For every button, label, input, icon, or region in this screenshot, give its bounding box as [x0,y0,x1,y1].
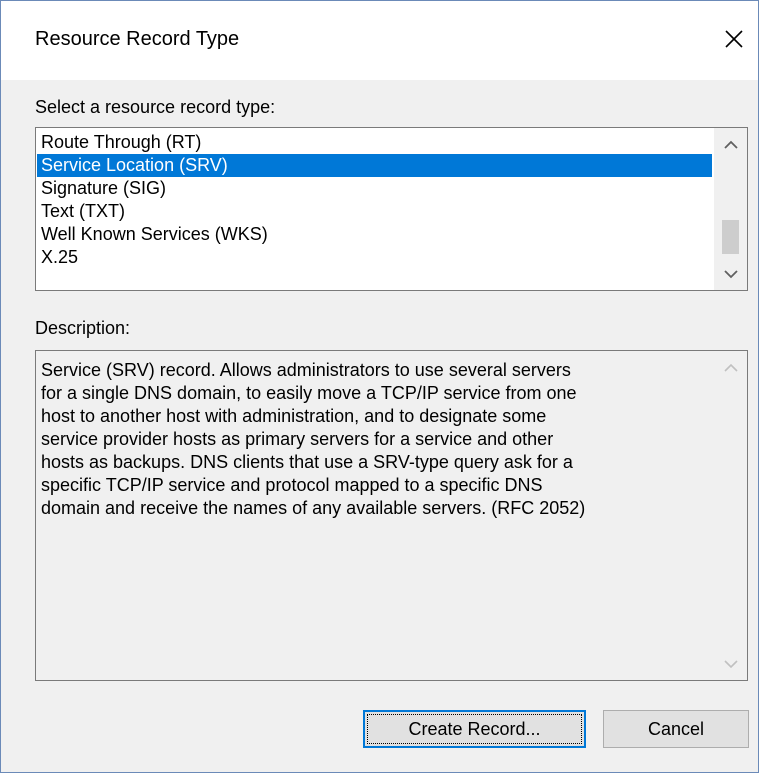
description-scrollbar [714,351,747,680]
list-item-sig[interactable]: Signature (SIG) [37,177,712,200]
list-item-wks[interactable]: Well Known Services (WKS) [37,223,712,246]
description-line: host to another host with administration… [41,406,547,426]
record-type-label: Select a resource record type: [35,97,276,117]
description-line: for a single DNS domain, to easily move … [41,383,577,403]
description-line: specific TCP/IP service and protocol map… [41,475,543,495]
close-button[interactable] [717,21,751,57]
description-line: hosts as backups. DNS clients that use a… [41,452,573,472]
chevron-down-icon [723,659,738,668]
record-type-scrollbar[interactable] [714,128,747,290]
close-icon [725,30,743,48]
scroll-thumb[interactable] [722,220,739,254]
cancel-button[interactable]: Cancel [603,710,749,748]
description-line: service provider hosts as primary server… [41,429,554,449]
list-item-srv[interactable]: Service Location (SRV) [37,154,712,177]
description-box: Service (SRV) record. Allows administrat… [35,350,748,681]
chevron-up-icon [723,363,738,372]
create-record-button[interactable]: Create Record... [363,710,586,748]
cancel-label: Cancel [647,718,705,739]
list-item-txt[interactable]: Text (TXT) [37,200,712,223]
chevron-down-icon [723,269,738,278]
resource-record-type-dialog: Resource Record Type Select a resource r… [0,0,759,773]
description-text: Service (SRV) record. Allows administrat… [41,359,713,520]
dialog-title: Resource Record Type [35,28,240,50]
scroll-up-button[interactable] [714,128,747,161]
description-label: Description: [35,318,131,338]
focus-rectangle [367,714,582,744]
title-bar: Resource Record Type [1,1,758,80]
list-item-rt[interactable]: Route Through (RT) [37,131,712,154]
chevron-up-icon [723,140,738,149]
list-item-x25[interactable]: X.25 [37,246,712,269]
description-line: Service (SRV) record. Allows administrat… [41,360,571,380]
desc-scroll-up-button [714,351,747,384]
record-type-listbox[interactable]: Route Through (RT) Service Location (SRV… [35,127,748,291]
description-line: domain and receive the names of any avai… [41,498,586,518]
desc-scroll-down-button [714,647,747,680]
scroll-down-button[interactable] [714,257,747,290]
